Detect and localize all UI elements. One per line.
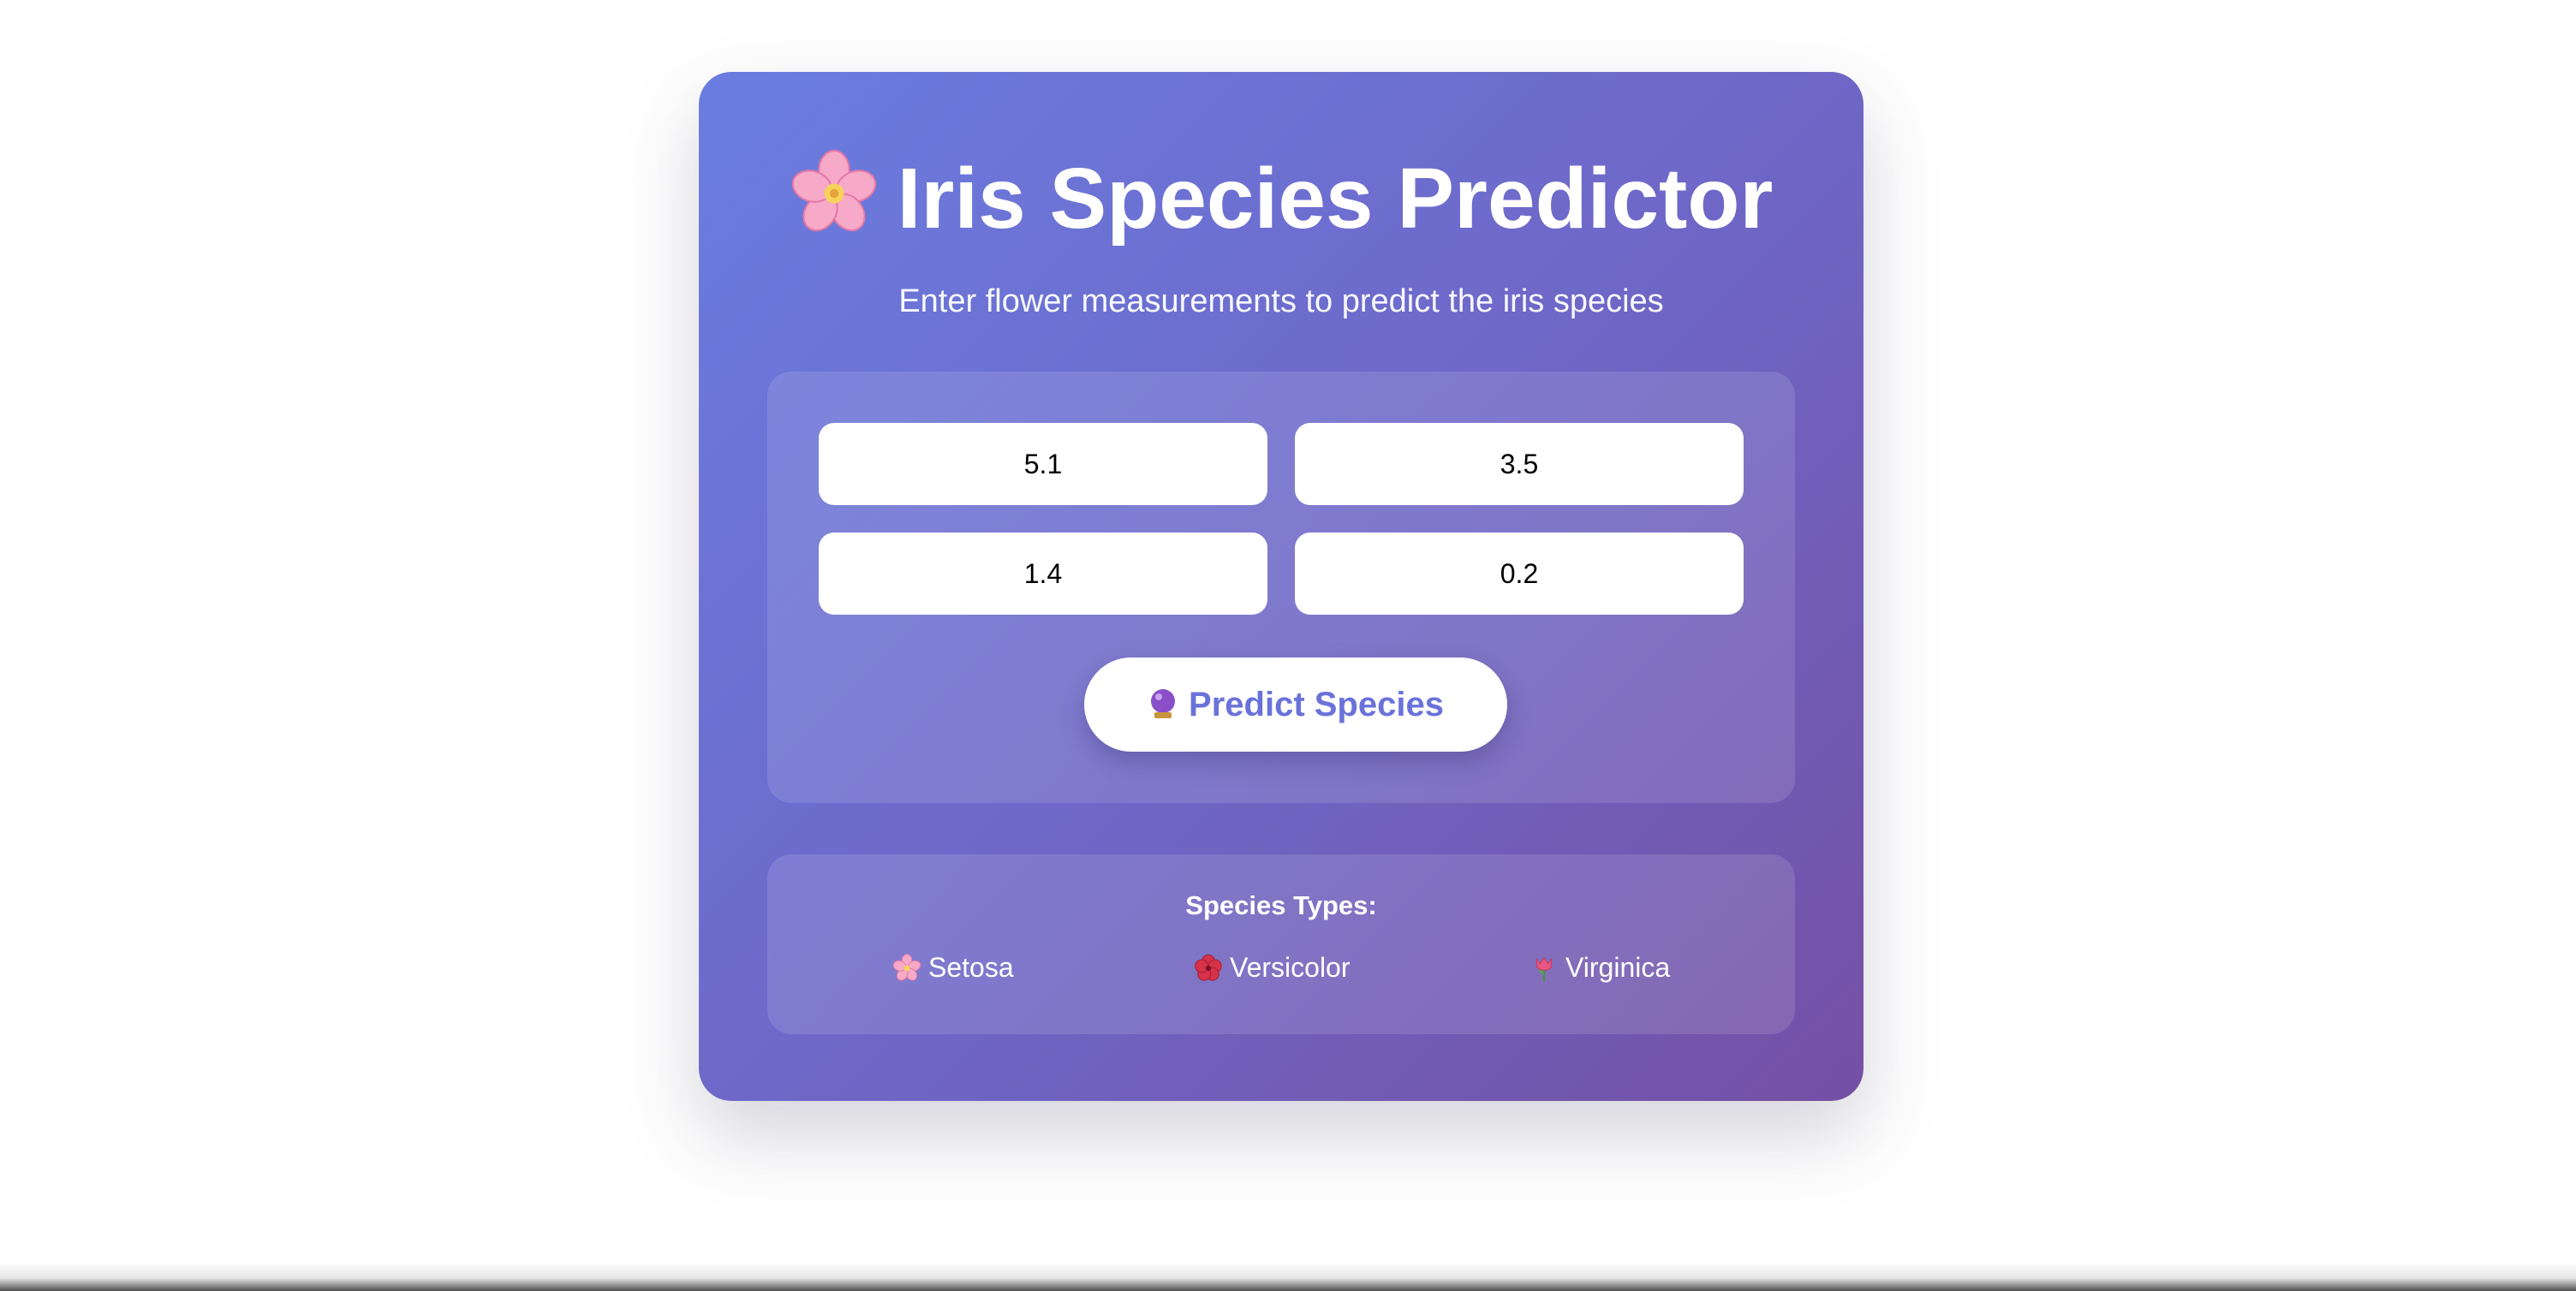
predict-button-label: Predict Species: [1189, 685, 1444, 723]
species-label: Versicolor: [1230, 952, 1351, 983]
species-heading: Species Types:: [1185, 890, 1377, 920]
species-item-virginica: Virginica: [1530, 952, 1670, 984]
species-label: Setosa: [928, 952, 1014, 983]
window-bottom-edge: [0, 1262, 2576, 1291]
species-types-panel: Species Types: Setosa Versicolor Virgini…: [767, 854, 1795, 1034]
hibiscus-icon: [1195, 954, 1222, 981]
species-item-versicolor: Versicolor: [1194, 952, 1351, 984]
tulip-icon: [1535, 956, 1553, 982]
petal-width-input[interactable]: [1295, 532, 1744, 615]
petal-length-input[interactable]: [819, 532, 1267, 615]
species-label: Virginica: [1565, 952, 1671, 983]
page-subtitle: Enter flower measurements to predict the…: [898, 283, 1664, 319]
crystal-ball-icon: [1151, 689, 1176, 718]
title-text: Iris Species Predictor: [897, 151, 1774, 247]
sepal-length-input[interactable]: [819, 423, 1267, 505]
predictor-card: Iris Species Predictor Enter flower meas…: [699, 72, 1863, 1101]
page-title: Iris Species Predictor: [699, 147, 1863, 250]
measurement-form: Predict Species: [767, 372, 1795, 803]
cherry-blossom-icon: [791, 150, 876, 232]
predict-species-button[interactable]: Predict Species: [1084, 657, 1507, 752]
sepal-width-input[interactable]: [1295, 423, 1744, 505]
species-item-setosa: Setosa: [892, 952, 1014, 984]
cherry-blossom-icon: [892, 953, 921, 981]
